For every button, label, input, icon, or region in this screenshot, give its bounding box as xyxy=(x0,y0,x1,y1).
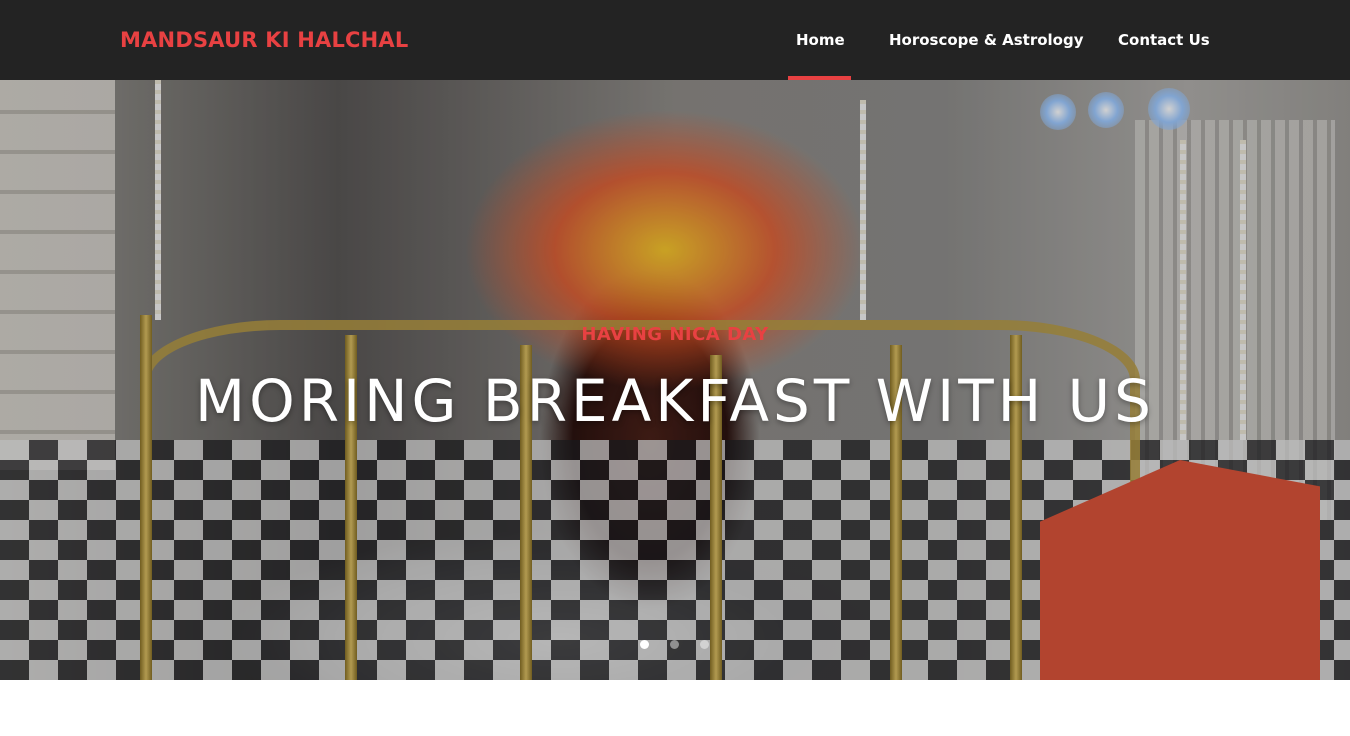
slider-dot-1[interactable] xyxy=(640,640,649,649)
navbar: MANDSAUR KI HALCHAL Home Horoscope & Ast… xyxy=(0,0,1350,80)
hero-subtitle: Having Nica Day xyxy=(581,324,769,345)
hero-title: Moring Breakfast with us xyxy=(195,367,1155,435)
nav-item-horoscope-astrology[interactable]: Horoscope & Astrology xyxy=(889,31,1084,49)
nav-item-contact-us[interactable]: Contact Us xyxy=(1118,31,1210,49)
slider-pagination xyxy=(640,640,720,650)
nav-item-home[interactable]: Home xyxy=(796,31,845,49)
slider-dot-2[interactable] xyxy=(670,640,679,649)
slider-dot-3[interactable] xyxy=(700,640,709,649)
site-logo[interactable]: MANDSAUR KI HALCHAL xyxy=(120,28,408,52)
hero-slider: Having Nica Day Moring Breakfast with us xyxy=(0,80,1350,680)
